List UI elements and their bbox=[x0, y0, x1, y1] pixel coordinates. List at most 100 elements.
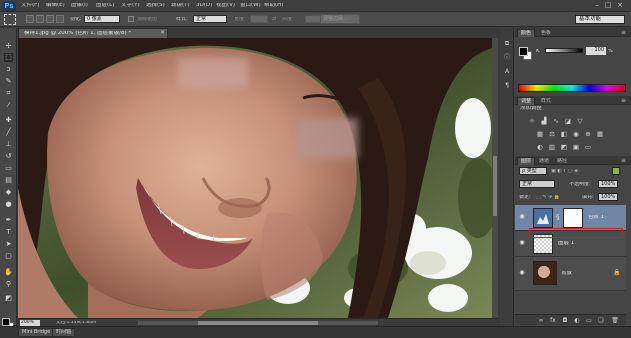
healing-brush-tool-icon[interactable]: ✚ bbox=[4, 116, 13, 125]
exposure-icon[interactable]: ◪ bbox=[564, 117, 572, 125]
menu-view[interactable]: 视图(V) bbox=[216, 3, 235, 9]
close-button[interactable]: × bbox=[616, 2, 624, 9]
layer-filter-select[interactable]: ρ 类型 bbox=[519, 167, 547, 175]
document-tab[interactable]: 模特1.jpg @ 200% (色阶 1, 图层蒙版/8) * × bbox=[18, 28, 168, 38]
swap-icon[interactable]: ⇄ bbox=[272, 17, 276, 22]
path-selection-tool-icon[interactable]: ➤ bbox=[4, 240, 13, 249]
workspace-select[interactable]: 基本功能 bbox=[575, 15, 625, 24]
type-tool-icon[interactable]: T bbox=[4, 228, 13, 237]
intersect-selection-icon[interactable] bbox=[56, 15, 64, 23]
style-select[interactable]: 正常 bbox=[193, 15, 227, 23]
photo-filter-icon[interactable]: ◉ bbox=[572, 130, 580, 138]
levels-icon[interactable]: ▟ bbox=[540, 117, 548, 125]
canvas[interactable] bbox=[18, 38, 492, 318]
feather-input[interactable]: 0 像素 bbox=[84, 15, 120, 23]
gradient-tool-icon[interactable]: ▤ bbox=[4, 176, 13, 185]
menu-help[interactable]: 帮助(H) bbox=[264, 3, 283, 9]
history-brush-tool-icon[interactable]: ↺ bbox=[4, 152, 13, 161]
adjustment-layer-thumbnail[interactable] bbox=[533, 208, 553, 228]
tab-adjustments[interactable]: 调整 bbox=[517, 97, 536, 105]
zoom-tool-icon[interactable]: ⚲ bbox=[4, 280, 13, 289]
maximize-button[interactable]: □ bbox=[604, 2, 612, 9]
antialias-checkbox[interactable] bbox=[128, 16, 134, 22]
default-colors-icon[interactable]: ◩ bbox=[4, 294, 13, 303]
visibility-eye-icon[interactable]: ◉ bbox=[518, 239, 526, 247]
blend-mode-select[interactable]: 正常 bbox=[519, 180, 555, 188]
layer-style-icon[interactable]: fx bbox=[549, 317, 557, 324]
layers-panel-menu-icon[interactable]: ≡ bbox=[621, 157, 626, 164]
adjustments-panel-menu-icon[interactable]: ≡ bbox=[621, 97, 626, 104]
crop-tool-icon[interactable]: ⌗ bbox=[4, 89, 13, 98]
hand-tool-icon[interactable]: ✋ bbox=[4, 268, 13, 277]
add-to-selection-icon[interactable] bbox=[36, 15, 44, 23]
menu-file[interactable]: 文件(F) bbox=[21, 3, 39, 9]
document-close-icon[interactable]: × bbox=[160, 30, 165, 36]
subtract-selection-icon[interactable] bbox=[46, 15, 54, 23]
blur-tool-icon[interactable]: ◆ bbox=[4, 188, 13, 197]
menu-layer[interactable]: 图层(L) bbox=[96, 3, 114, 9]
k-channel-slider[interactable] bbox=[545, 48, 583, 53]
clone-stamp-tool-icon[interactable]: ⊥ bbox=[4, 140, 13, 149]
menu-type[interactable]: 文字(Y) bbox=[121, 3, 140, 9]
move-tool-icon[interactable]: ✢ bbox=[4, 42, 13, 51]
tab-layers[interactable]: 图层 bbox=[517, 157, 536, 165]
horizontal-scrollbar-thumb[interactable] bbox=[198, 321, 318, 325]
quick-select-tool-icon[interactable]: ✎ bbox=[4, 77, 13, 86]
visibility-eye-icon[interactable]: ◉ bbox=[518, 213, 526, 221]
pen-tool-icon[interactable]: ✒ bbox=[4, 216, 13, 225]
properties-panel-icon[interactable]: ⓘ bbox=[503, 54, 511, 62]
delete-layer-icon[interactable]: 🗑 bbox=[611, 317, 619, 324]
shape-tool-icon[interactable]: ▢ bbox=[4, 252, 13, 261]
tab-paths[interactable]: 路径 bbox=[553, 157, 571, 165]
tab-styles[interactable]: 样式 bbox=[537, 97, 555, 105]
character-panel-icon[interactable]: A bbox=[503, 68, 511, 76]
marquee-tool-preset-icon[interactable] bbox=[4, 14, 16, 25]
lock-icons[interactable]: ⬚ ✎ ✢ 🔒 bbox=[536, 195, 560, 200]
gradient-map-icon[interactable]: ▭ bbox=[584, 143, 592, 151]
background-thumbnail[interactable] bbox=[533, 261, 557, 285]
invert-icon[interactable]: ◐ bbox=[536, 143, 544, 151]
menu-window[interactable]: 窗口(W) bbox=[240, 3, 261, 9]
layer-name[interactable]: 图层 1 bbox=[558, 241, 574, 247]
curves-icon[interactable]: ∿ bbox=[552, 117, 560, 125]
vertical-scrollbar[interactable] bbox=[492, 38, 498, 318]
layer-name[interactable]: 色阶 1 bbox=[588, 215, 604, 221]
fill-input[interactable]: 100% bbox=[598, 193, 618, 201]
width-input[interactable] bbox=[250, 15, 268, 23]
visibility-eye-icon[interactable]: ◉ bbox=[518, 269, 526, 277]
brush-tool-icon[interactable]: ╱ bbox=[4, 128, 13, 137]
channel-mixer-icon[interactable]: ⊕ bbox=[584, 130, 592, 138]
horizontal-scrollbar[interactable] bbox=[138, 321, 378, 325]
eraser-tool-icon[interactable]: ▭ bbox=[4, 164, 13, 173]
menu-edit[interactable]: 编辑(E) bbox=[46, 3, 65, 9]
threshold-icon[interactable]: ◩ bbox=[560, 143, 568, 151]
menu-3d[interactable]: 3D(D) bbox=[196, 3, 212, 9]
black-white-icon[interactable]: ◧ bbox=[560, 130, 568, 138]
layer-filter-icons[interactable]: ▣ ◐ T ▢ ◈ bbox=[551, 169, 578, 174]
new-group-icon[interactable]: ▭ bbox=[585, 317, 593, 324]
layer-name[interactable]: 背景 bbox=[561, 271, 572, 277]
mask-link-icon[interactable]: § bbox=[556, 213, 560, 221]
color-balance-icon[interactable]: ⚖ bbox=[548, 130, 556, 138]
menu-image[interactable]: 图像(I) bbox=[71, 3, 88, 9]
new-adjustment-icon[interactable]: ◐ bbox=[573, 317, 581, 324]
foreground-color-swatch[interactable] bbox=[2, 318, 10, 326]
new-layer-icon[interactable]: ❏ bbox=[597, 317, 605, 324]
k-channel-value[interactable]: 100 bbox=[586, 47, 606, 55]
paragraph-panel-icon[interactable]: ¶ bbox=[503, 82, 511, 90]
minimize-button[interactable]: – bbox=[593, 2, 601, 9]
tab-timeline[interactable]: 时间轴 bbox=[52, 328, 76, 337]
menu-select[interactable]: 选择(S) bbox=[146, 3, 165, 9]
marquee-tool-icon[interactable]: ⬚ bbox=[4, 53, 13, 62]
opacity-input[interactable]: 100% bbox=[598, 180, 618, 188]
menu-filter[interactable]: 滤镜(T) bbox=[171, 3, 190, 9]
color-panel-menu-icon[interactable]: ≡ bbox=[621, 29, 626, 36]
layer-row-background[interactable]: ◉ 背景 🔒 bbox=[515, 257, 626, 291]
eyedropper-tool-icon[interactable]: ⁄ bbox=[4, 101, 13, 110]
color-lookup-icon[interactable]: ▦ bbox=[596, 130, 604, 138]
tab-channels[interactable]: 通道 bbox=[535, 157, 553, 165]
tab-mini-bridge[interactable]: Mini Bridge bbox=[18, 328, 55, 337]
history-panel-icon[interactable]: ⧉ bbox=[503, 40, 511, 48]
vertical-scrollbar-thumb[interactable] bbox=[493, 156, 497, 216]
tab-swatches[interactable]: 色板 bbox=[537, 29, 555, 37]
